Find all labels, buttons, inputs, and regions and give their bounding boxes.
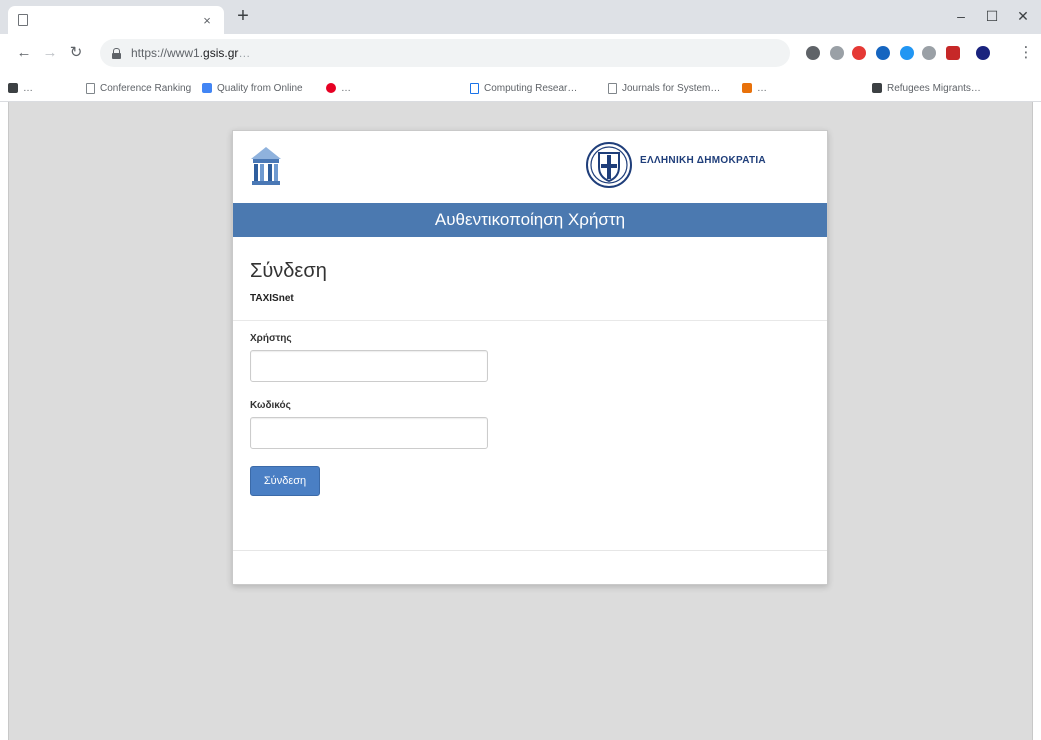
browser-toolbar: ← → ↻ https://www1. gsis.gr… ⋮ (0, 34, 1041, 72)
username-input[interactable] (250, 350, 488, 382)
bookmark-item[interactable]: Computing Resear… (470, 80, 577, 96)
password-label: Κωδικός (250, 400, 291, 411)
bookmark-item[interactable]: … (8, 80, 33, 96)
star-icon[interactable] (830, 46, 844, 60)
url-prefix: https://www1. (131, 46, 204, 60)
extension-icon[interactable] (922, 46, 936, 60)
bookmark-label: … (23, 82, 33, 94)
login-button[interactable]: Σύνδεση (250, 466, 320, 496)
panel-footer (233, 550, 827, 584)
auth-bar: Αυθεντικοποίηση Χρήστη (233, 203, 827, 237)
tab-close-icon[interactable]: × (200, 13, 214, 28)
url-path: … (238, 46, 251, 60)
divider (233, 320, 827, 321)
record-icon[interactable] (946, 46, 960, 60)
username-label: Χρήστης (250, 333, 292, 344)
bookmark-icon (742, 83, 752, 93)
url-host: gsis.gr (203, 46, 239, 60)
panel-header: ΕΛΛΗΝΙΚΗ ΔΗΜΟΚΡΑΤΙΑ (233, 131, 827, 203)
login-form: Σύνδεση TAXISnet Χρήστης Κωδικός Σύνδεση (233, 237, 827, 496)
bookmark-label: Quality from Online (217, 82, 303, 94)
page-icon (18, 14, 28, 26)
browser-tabstrip: × + – ☐ ✕ (0, 0, 1041, 34)
vpn-icon[interactable] (876, 46, 890, 60)
login-heading: Σύνδεση (250, 260, 327, 282)
bookmark-label: Conference Ranking (100, 82, 192, 94)
puzzle-icon[interactable] (806, 46, 820, 60)
bookmark-item[interactable]: Refugees Migrants… (872, 80, 981, 96)
folder-icon (8, 83, 18, 93)
bookmarks-bar: … Conference Ranking Quality from Online … C… (0, 72, 1041, 102)
minimize-button[interactable]: – (947, 6, 975, 26)
profile-icon[interactable] (976, 46, 990, 60)
pinterest-icon (326, 83, 336, 93)
back-button[interactable]: ← (14, 43, 34, 63)
page-viewport: ΕΛΛΗΝΙΚΗ ΔΗΜΟΚΡΑΤΙΑ Αυθεντικοποίηση Χρήσ… (8, 102, 1033, 740)
page-icon (86, 82, 95, 94)
bookmark-item[interactable]: … (742, 80, 767, 96)
forward-button[interactable]: → (40, 43, 60, 63)
close-window-button[interactable]: ✕ (1009, 6, 1037, 26)
bookmark-item[interactable]: … (326, 80, 351, 96)
bookmark-label: Computing Resear… (484, 82, 578, 94)
reload-button[interactable]: ↻ (66, 43, 86, 63)
bookmark-icon (872, 83, 882, 93)
opera-icon[interactable] (852, 46, 866, 60)
login-panel: ΕΛΛΗΝΙΚΗ ΔΗΜΟΚΡΑΤΙΑ Αυθεντικοποίηση Χρήσ… (232, 130, 828, 585)
bookmark-label: Refugees Migrants… (887, 82, 981, 94)
bookmark-item[interactable]: Conference Ranking (86, 80, 191, 96)
chart-icon (202, 83, 212, 93)
login-intro: TAXISnet (250, 293, 810, 304)
password-input[interactable] (250, 417, 488, 449)
address-bar[interactable]: https://www1. gsis.gr… (100, 39, 790, 67)
greek-emblem (586, 142, 632, 188)
lock-icon[interactable] (112, 47, 121, 59)
bookmark-label: … (341, 82, 351, 94)
browser-tab[interactable]: × (8, 6, 224, 34)
browser-menu-icon[interactable]: ⋮ (1016, 43, 1036, 63)
page-icon (470, 82, 479, 94)
translate-icon[interactable] (900, 46, 914, 60)
maximize-button[interactable]: ☐ (978, 6, 1006, 26)
state-title: ΕΛΛΗΝΙΚΗ ΔΗΜΟΚΡΑΤΙΑ (640, 155, 766, 166)
new-tab-button[interactable]: + (232, 6, 254, 28)
bookmark-item[interactable]: Quality from Online (202, 80, 303, 96)
bookmark-label: … (757, 82, 767, 94)
bookmark-label: Journals for System… (622, 82, 721, 94)
intro-brand: TAXISnet (250, 293, 294, 304)
gsis-logo (251, 147, 281, 185)
page-icon (608, 82, 617, 94)
bookmark-item[interactable]: Journals for System… (608, 80, 720, 96)
